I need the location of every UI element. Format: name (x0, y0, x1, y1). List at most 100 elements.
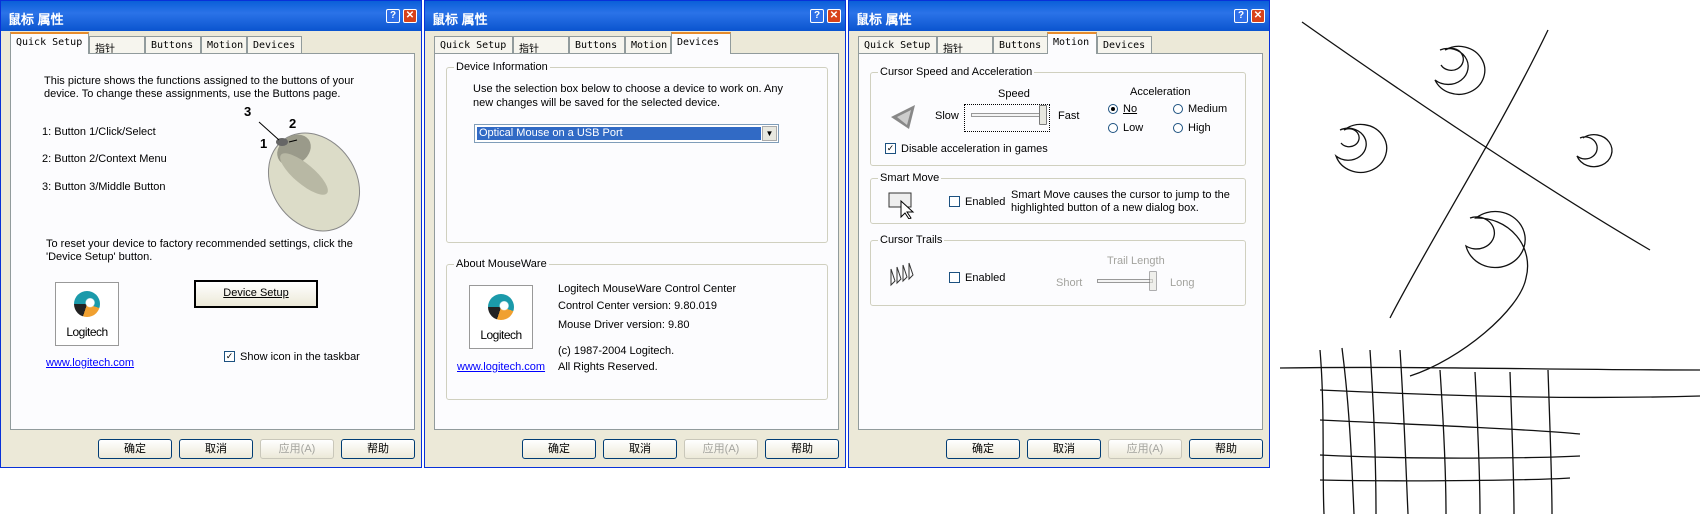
accel-high-radio[interactable] (1173, 123, 1183, 133)
fast-label: Fast (1058, 110, 1080, 122)
tab-buttons[interactable]: Buttons (145, 36, 201, 54)
slow-label: Slow (935, 110, 959, 122)
cursor-trails-group: Cursor Trails Enabled Trail Length Short… (870, 234, 1246, 306)
smart-move-desc-1: Smart Move causes the cursor to jump to … (1011, 189, 1230, 201)
show-icon-label: Show icon in the taskbar (240, 351, 360, 363)
window-title: 鼠标 属性 (856, 12, 912, 27)
callout-3: 3 (244, 104, 252, 119)
callout-2: 2 (289, 116, 297, 131)
accel-low-radio[interactable] (1108, 123, 1118, 133)
close-icon[interactable]: ✕ (1251, 9, 1265, 23)
tab-devices[interactable]: Devices (671, 32, 731, 54)
speed-slider[interactable] (964, 104, 1050, 132)
speed-slider-thumb[interactable] (1039, 105, 1047, 125)
intro-line-2: device. To change these assignments, use… (44, 88, 341, 100)
about-group: About MouseWare Logitech Logitech MouseW… (446, 258, 828, 400)
sketch-grid-line (1341, 347, 1355, 514)
device-info-title: Device Information (454, 61, 550, 73)
speed-group-title: Cursor Speed and Acceleration (878, 66, 1035, 78)
trails-enabled-label: Enabled (965, 272, 1006, 284)
dialog-motion: 鼠标 属性 ? ✕ Quick Setup 指针 Buttons Motion … (848, 0, 1270, 468)
tab-pointers[interactable]: 指针 (513, 36, 569, 55)
smart-move-desc-2: highlighted button of a new dialog box. (1011, 202, 1199, 214)
device-setup-button[interactable]: Device Setup (194, 280, 318, 308)
ok-button[interactable]: 确定 (522, 439, 596, 459)
freehand-sketch (1280, 21, 1700, 514)
tab-quick-setup[interactable]: Quick Setup (434, 36, 513, 54)
tab-quick-setup[interactable]: Quick Setup (858, 36, 937, 54)
intro-line-1: This picture shows the functions assigne… (44, 75, 355, 87)
dialog-quick-setup: 鼠标 属性 ? ✕ Quick Setup 指针 Buttons Motion … (0, 0, 422, 468)
short-label: Short (1056, 277, 1083, 289)
dialog-devices: 鼠标 属性 ? ✕ Quick Setup 指针 Buttons Motion … (424, 0, 846, 468)
help-icon[interactable]: ? (810, 9, 824, 23)
accel-high-label: High (1188, 122, 1211, 134)
reset-line-1: To reset your device to factory recommen… (46, 238, 353, 250)
sketch-grid-line (1547, 369, 1553, 514)
disable-accel-checkbox[interactable]: ✓ (885, 143, 896, 154)
cancel-button[interactable]: 取消 (179, 439, 253, 459)
tab-devices[interactable]: Devices (1097, 36, 1152, 54)
sketch-grid-line (1509, 371, 1515, 514)
tab-pointers[interactable]: 指针 (937, 36, 993, 55)
device-select-value: Optical Mouse on a USB Port (477, 127, 761, 140)
sketch-diagonal-line (1301, 21, 1651, 251)
help-button[interactable]: 帮助 (765, 439, 839, 459)
control-center-version: Control Center version: 9.80.019 (558, 300, 717, 312)
cancel-button[interactable]: 取消 (1027, 439, 1101, 459)
title-bar: 鼠标 属性 ? ✕ (849, 1, 1269, 31)
website-link[interactable]: www.logitech.com (46, 357, 134, 369)
ok-button[interactable]: 确定 (98, 439, 172, 459)
device-info-line-1: Use the selection box below to choose a … (473, 83, 784, 95)
trails-checkbox[interactable] (949, 272, 960, 283)
chevron-down-icon[interactable]: ▼ (762, 126, 777, 141)
tab-motion[interactable]: Motion (201, 36, 247, 54)
ok-button[interactable]: 确定 (946, 439, 1020, 459)
sketch-grid-line (1319, 454, 1581, 459)
sketch-spiral (1409, 210, 1529, 377)
cursor-trails-icon (890, 262, 914, 287)
close-icon[interactable]: ✕ (827, 9, 841, 23)
close-icon[interactable]: ✕ (403, 9, 417, 23)
tab-pointers[interactable]: 指针 (89, 36, 145, 55)
help-button[interactable]: 帮助 (341, 439, 415, 459)
accel-no-radio[interactable] (1108, 104, 1118, 114)
tab-buttons[interactable]: Buttons (993, 36, 1049, 54)
speed-slider-track (971, 113, 1043, 117)
sketch-grid-line (1280, 366, 1700, 371)
tab-quick-setup[interactable]: Quick Setup (10, 32, 89, 54)
show-icon-checkbox[interactable]: ✓ (224, 351, 235, 362)
help-icon[interactable]: ? (386, 9, 400, 23)
apply-button[interactable]: 应用(A) (684, 439, 758, 459)
apply-button[interactable]: 应用(A) (260, 439, 334, 459)
reset-line-2: 'Device Setup' button. (46, 251, 153, 263)
sketch-spiral (1334, 123, 1388, 174)
sketch-grid-line (1319, 349, 1325, 514)
trail-slider-track (1097, 279, 1153, 283)
trail-length-slider[interactable] (1093, 271, 1159, 297)
logitech-logo: Logitech (469, 285, 533, 349)
website-link[interactable]: www.logitech.com (457, 361, 545, 373)
speed-group: Cursor Speed and Acceleration Slow Speed… (870, 66, 1246, 166)
sketch-grid-line (1369, 349, 1377, 514)
assignment-1: 1: Button 1/Click/Select (42, 126, 156, 138)
accel-medium-radio[interactable] (1173, 104, 1183, 114)
copyright: (c) 1987-2004 Logitech. (558, 345, 675, 357)
help-button[interactable]: 帮助 (1189, 439, 1263, 459)
smart-move-enabled-label: Enabled (965, 196, 1006, 208)
tab-devices[interactable]: Devices (247, 36, 302, 54)
tab-panel: Cursor Speed and Acceleration Slow Speed… (858, 53, 1263, 430)
tab-motion[interactable]: Motion (625, 36, 671, 54)
trail-slider-thumb[interactable] (1149, 271, 1157, 291)
device-info-group: Device Information Use the selection box… (446, 61, 828, 243)
device-select[interactable]: Optical Mouse on a USB Port ▼ (474, 124, 779, 143)
tab-buttons[interactable]: Buttons (569, 36, 625, 54)
help-icon[interactable]: ? (1234, 9, 1248, 23)
accel-low-label: Low (1123, 122, 1144, 134)
cancel-button[interactable]: 取消 (603, 439, 677, 459)
apply-button[interactable]: 应用(A) (1108, 439, 1182, 459)
smart-move-checkbox[interactable] (949, 196, 960, 207)
acceleration-label: Acceleration (1130, 86, 1191, 98)
logo-text: Logitech (66, 325, 108, 339)
tab-motion[interactable]: Motion (1047, 32, 1097, 54)
